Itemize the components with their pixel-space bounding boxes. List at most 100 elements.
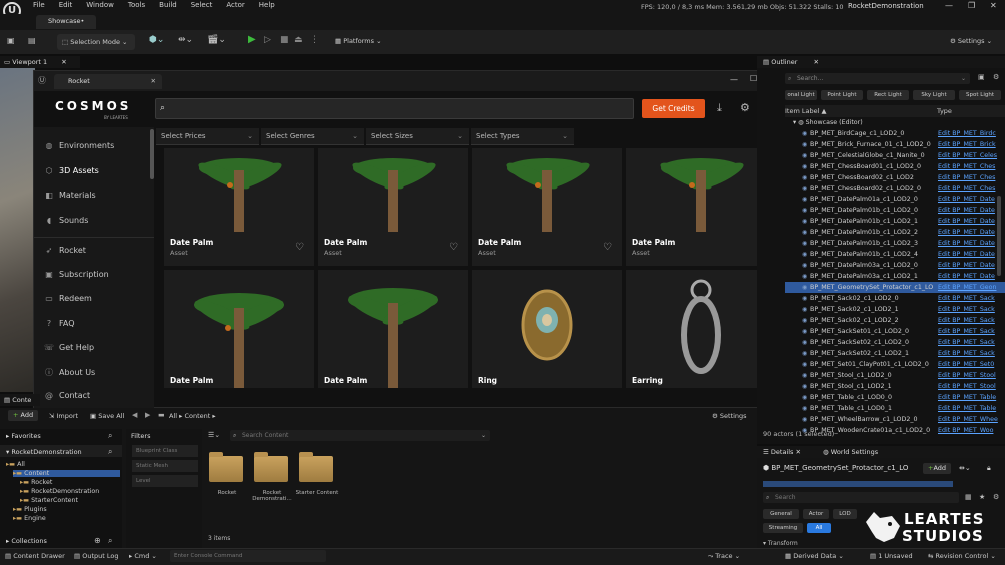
general-filter[interactable]: General (763, 509, 799, 519)
outliner-row[interactable]: ◉ BP_MET_Set01_ClayPot01_c1_LOD2_0 Edit BP… (785, 359, 1005, 370)
outliner-row[interactable]: ◉ BP_MET_SackSet02_c1_LOD2_0 Edit BP_MET_S… (785, 337, 1005, 348)
visibility-icon[interactable]: ◉ (802, 282, 807, 293)
sidebar-item-3d-assets[interactable]: ⬡ 3D Assets (43, 166, 99, 175)
breadcrumb-content[interactable]: Content (184, 412, 210, 420)
gear-icon[interactable]: ⚙ (740, 101, 750, 114)
outliner-row[interactable]: ◉ BP_MET_SackSet01_c1_LOD2_0 Edit BP_MET_S… (785, 326, 1005, 337)
visibility-icon[interactable]: ◉ (802, 139, 807, 150)
visibility-icon[interactable]: ◉ (802, 238, 807, 249)
visibility-icon[interactable]: ◉ (802, 227, 807, 238)
sky-light-button[interactable]: Sky Light (913, 90, 955, 100)
menu-window[interactable]: Window (86, 1, 114, 9)
content-search-input[interactable]: ⌕ Search Content ⌄ (230, 430, 490, 441)
asset-card[interactable]: Ring (472, 270, 622, 388)
selection-mode-dropdown[interactable]: ⬚ Selection Mode ⌄ (57, 34, 135, 50)
save-all-button[interactable]: ▣ Save All (90, 412, 124, 420)
level-filter[interactable]: Level (132, 475, 198, 487)
point-light-button[interactable]: Point Light (821, 90, 863, 100)
add-collection-icon[interactable]: ⊕ (94, 536, 101, 545)
actor-filter[interactable]: Actor (803, 509, 829, 519)
outliner-row[interactable]: ◉ BP_MET_Stool_c1_LOD2_0 Edit BP_MET_Stool (785, 370, 1005, 381)
visibility-icon[interactable]: ◉ (802, 293, 807, 304)
outliner-row[interactable]: ◉ BP_MET_SackSet02_c1_LOD2_1 Edit BP_MET_S… (785, 348, 1005, 359)
lock-icon[interactable]: 🔒︎ (987, 464, 991, 473)
outliner-search-input[interactable]: ⌕ Search... ⌄ (785, 73, 970, 84)
content-browser-icon[interactable]: ▤ (28, 36, 36, 45)
visibility-icon[interactable]: ◉ (802, 326, 807, 337)
visibility-icon[interactable]: ◉ (802, 260, 807, 271)
edit-blueprint-link[interactable]: Edit BP_MET_Sack (938, 348, 995, 359)
platforms-button[interactable]: ▦ Platforms ⌄ (335, 37, 382, 45)
edit-blueprint-link[interactable]: Edit BP_MET_Woo (938, 425, 993, 436)
revision-control-button[interactable]: ⇆ Revision Control ⌄ (928, 552, 996, 560)
sidebar-item-environments[interactable]: ◍ Environments (43, 141, 115, 150)
sidebar-item-contact[interactable]: @ Contact (43, 391, 90, 400)
visibility-icon[interactable]: ◉ (802, 172, 807, 183)
folder-icon[interactable]: ▬ (158, 411, 165, 419)
step-icon[interactable]: ▷ (264, 35, 271, 45)
blueprint-dropdown-icon[interactable]: ⇹⌄ (959, 464, 971, 472)
edit-blueprint-link[interactable]: Edit BP_MET_Date (938, 238, 995, 249)
outliner-row[interactable]: ◉ BP_MET_DatePalm01b_c1_LOD2_1 Edit BP_MET… (785, 216, 1005, 227)
search-icon[interactable]: ⌕ (108, 447, 112, 457)
blueprint-class-filter[interactable]: Blueprint Class (132, 445, 198, 457)
unsaved-button[interactable]: ▤ 1 Unsaved (870, 552, 913, 560)
outliner-row[interactable]: ◉ BP_MET_Brick_Furnace_01_c1_LOD2_0 Edit B… (785, 139, 1005, 150)
outliner-root[interactable]: ▾ ◍ Showcase (Editor) (793, 119, 863, 126)
eject-icon[interactable]: ⏏ (294, 35, 303, 45)
outliner-row[interactable]: ◉ BP_MET_DatePalm01b_c1_LOD2_0 Edit BP_MET… (785, 205, 1005, 216)
genre-filter-dropdown[interactable]: Select Genres ⌄ (261, 128, 364, 145)
edit-blueprint-link[interactable]: Edit BP_MET_Date (938, 216, 995, 227)
visibility-icon[interactable]: ◉ (802, 359, 807, 370)
project-header[interactable]: ▾ RocketDemonstration (6, 448, 82, 456)
level-viewport[interactable] (0, 68, 35, 392)
folder-tree-item[interactable]: ▸▬ StarterContent (20, 497, 120, 504)
asset-card[interactable]: Date Palm Asset ♡ (626, 148, 776, 266)
console-input[interactable]: Enter Console Command (170, 550, 326, 562)
visibility-icon[interactable]: ◉ (802, 414, 807, 425)
edit-blueprint-link[interactable]: Edit BP_MET_Stool (938, 370, 996, 381)
folder-item[interactable]: Starter Content (295, 450, 350, 510)
outliner-row[interactable]: ◉ BP_MET_Sack02_c1_LOD2_1 Edit BP_MET_Sack (785, 304, 1005, 315)
heart-icon[interactable]: ♡ (449, 242, 458, 253)
download-icon[interactable]: ⤓ (717, 101, 722, 115)
all-filter[interactable]: All (807, 523, 831, 533)
outliner-row[interactable]: ◉ BP_MET_ChessBoard02_c1_LOD2_0 Edit BP_ME… (785, 183, 1005, 194)
price-filter-dropdown[interactable]: Select Prices ⌄ (156, 128, 259, 145)
outliner-row[interactable]: ◉ BP_MET_ChessBoard01_c1_LOD2_0 Edit BP_ME… (785, 161, 1005, 172)
menu-file[interactable]: File (33, 1, 45, 9)
edit-blueprint-link[interactable]: Edit BP_MET_Sack (938, 337, 995, 348)
asset-card[interactable]: Date Palm (318, 270, 468, 388)
forward-icon[interactable]: ▶ (145, 411, 150, 419)
get-credits-button[interactable]: Get Credits (642, 99, 705, 118)
favorites-header[interactable]: ▸ Favorites (6, 432, 41, 440)
visibility-icon[interactable]: ◉ (802, 194, 807, 205)
save-icon[interactable]: ▣ (7, 36, 15, 45)
menu-build[interactable]: Build (159, 1, 177, 9)
minimize-icon[interactable]: — (945, 1, 953, 10)
settings-button[interactable]: ⚙ Settings ⌄ (950, 37, 992, 45)
outliner-row[interactable]: ◉ BP_MET_WheelBarrow_c1_LOD2_0 Edit BP_MET… (785, 414, 1005, 425)
edit-blueprint-link[interactable]: Edit BP_MET_Geon (938, 282, 996, 293)
item-label-column[interactable]: Item Label ▲ (785, 105, 826, 117)
edit-blueprint-link[interactable]: Edit BP_MET_Ches (938, 172, 995, 183)
cosmos-logo[interactable]: COSMOS (55, 99, 131, 113)
edit-blueprint-link[interactable]: Edit BP_MET_Sack (938, 326, 995, 337)
gear-icon[interactable]: ⚙ (993, 493, 999, 501)
visibility-icon[interactable]: ◉ (802, 216, 807, 227)
star-icon[interactable]: ★ (979, 493, 985, 501)
details-tab[interactable]: ☰ Details ✕ (763, 448, 801, 456)
add-actor-icon[interactable]: ⬢⌄ (149, 35, 164, 45)
play-icon[interactable]: ▶ (248, 34, 256, 45)
visibility-icon[interactable]: ◉ (802, 304, 807, 315)
maximize-icon[interactable]: ❐ (968, 1, 975, 10)
transform-section[interactable]: ▾ Transform (763, 540, 798, 547)
filter-icon[interactable]: ☰⌄ (208, 431, 220, 439)
sidebar-item-sounds[interactable]: ◖ Sounds (43, 216, 88, 225)
viewport-tab[interactable]: ▭ Viewport 1 ✕ (0, 56, 80, 68)
gear-icon[interactable]: ⚙ (993, 73, 999, 81)
sidebar-item-rocket[interactable]: ➶ Rocket (43, 246, 86, 255)
edit-blueprint-link[interactable]: Edit BP_MET_Ches (938, 183, 995, 194)
spot-light-button[interactable]: Spot Light (959, 90, 1001, 100)
menu-edit[interactable]: Edit (59, 1, 73, 9)
